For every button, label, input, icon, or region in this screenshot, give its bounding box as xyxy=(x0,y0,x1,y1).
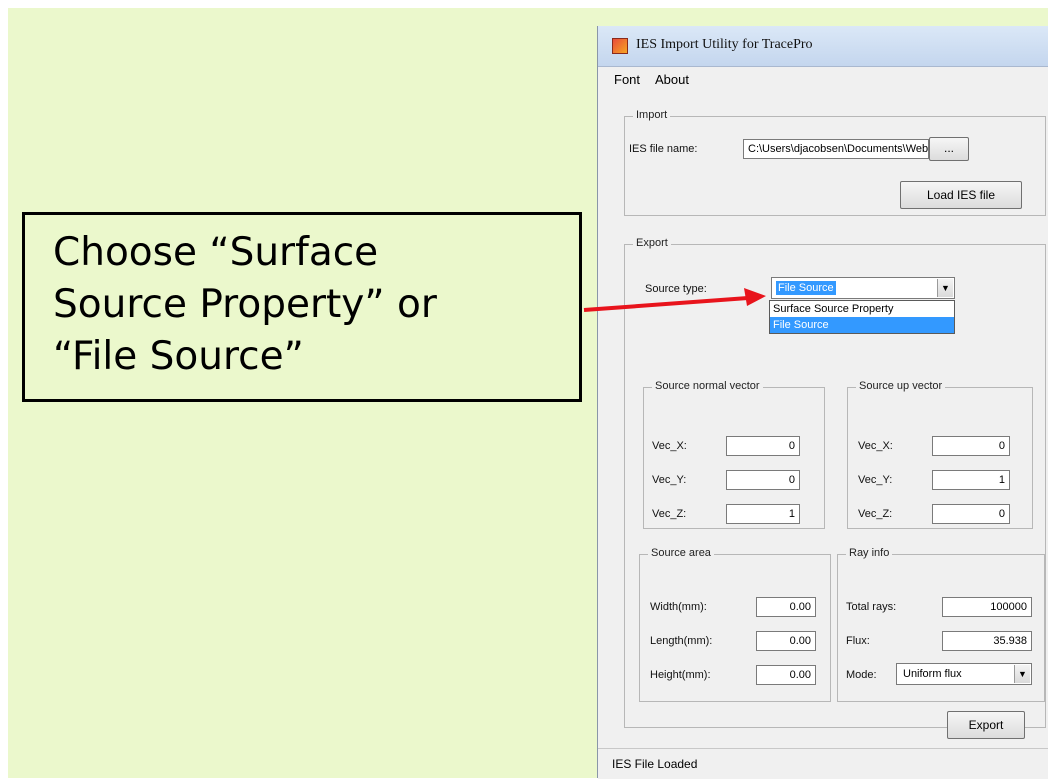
red-arrow-icon xyxy=(583,288,766,312)
arrow-head xyxy=(744,288,766,306)
arrow-shaft xyxy=(583,296,749,312)
